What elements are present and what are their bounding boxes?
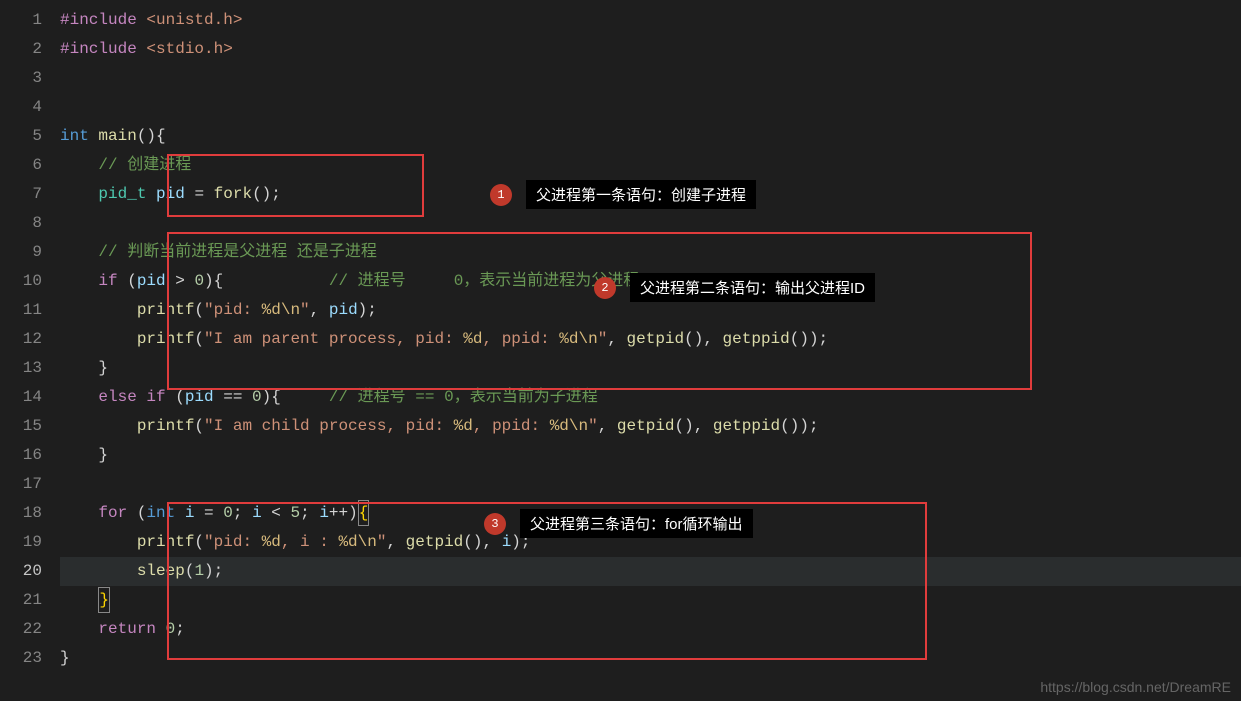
code-line[interactable]: printf("I am parent process, pid: %d, pp… xyxy=(60,325,1241,354)
annotation-label: 父进程第一条语句：创建子进程 xyxy=(526,180,756,209)
code-line[interactable]: #include <stdio.h> xyxy=(60,35,1241,64)
annotation-1: 1 父进程第一条语句：创建子进程 xyxy=(490,180,756,209)
matching-brace-open: { xyxy=(358,500,370,526)
line-number: 14 xyxy=(0,383,42,412)
code-editor: 1 2 3 4 5 6 7 8 9 10 11 12 13 14 15 16 1… xyxy=(0,0,1241,701)
annotation-2: 2 父进程第二条语句：输出父进程ID xyxy=(594,273,875,302)
line-number-current: 20 xyxy=(0,557,42,586)
line-number: 4 xyxy=(0,93,42,122)
code-line[interactable]: return 0; xyxy=(60,615,1241,644)
line-number: 13 xyxy=(0,354,42,383)
matching-brace-close: } xyxy=(98,587,110,613)
line-number: 21 xyxy=(0,586,42,615)
code-line[interactable] xyxy=(60,470,1241,499)
code-line[interactable]: int main(){ xyxy=(60,122,1241,151)
annotation-badge: 2 xyxy=(594,277,616,299)
line-number: 2 xyxy=(0,35,42,64)
line-number: 16 xyxy=(0,441,42,470)
annotation-badge: 3 xyxy=(484,513,506,535)
code-line[interactable]: // 判断当前进程是父进程 还是子进程 xyxy=(60,238,1241,267)
code-line[interactable] xyxy=(60,64,1241,93)
code-line[interactable]: } xyxy=(60,644,1241,673)
code-line[interactable]: #include <unistd.h> xyxy=(60,6,1241,35)
code-line[interactable]: } xyxy=(60,354,1241,383)
line-number: 6 xyxy=(0,151,42,180)
line-number: 15 xyxy=(0,412,42,441)
code-line[interactable] xyxy=(60,93,1241,122)
line-number: 5 xyxy=(0,122,42,151)
line-number: 22 xyxy=(0,615,42,644)
code-line-current[interactable]: sleep(1); xyxy=(60,557,1241,586)
line-number: 23 xyxy=(0,644,42,673)
annotation-3: 3 父进程第三条语句：for循环输出 xyxy=(484,509,753,538)
code-line[interactable]: printf("I am child process, pid: %d, ppi… xyxy=(60,412,1241,441)
code-line[interactable]: // 创建进程 xyxy=(60,151,1241,180)
line-number: 17 xyxy=(0,470,42,499)
line-number: 7 xyxy=(0,180,42,209)
line-number: 10 xyxy=(0,267,42,296)
line-number: 11 xyxy=(0,296,42,325)
line-number: 8 xyxy=(0,209,42,238)
code-line[interactable]: } xyxy=(60,441,1241,470)
line-number: 19 xyxy=(0,528,42,557)
line-number-gutter: 1 2 3 4 5 6 7 8 9 10 11 12 13 14 15 16 1… xyxy=(0,0,60,701)
line-number: 18 xyxy=(0,499,42,528)
code-area[interactable]: 1 父进程第一条语句：创建子进程 2 父进程第二条语句：输出父进程ID 3 父进… xyxy=(60,0,1241,701)
code-line[interactable] xyxy=(60,209,1241,238)
code-line[interactable]: else if (pid == 0){ // 进程号 == 0，表示当前为子进程 xyxy=(60,383,1241,412)
annotation-label: 父进程第二条语句：输出父进程ID xyxy=(630,273,875,302)
line-number: 12 xyxy=(0,325,42,354)
annotation-label: 父进程第三条语句：for循环输出 xyxy=(520,509,753,538)
line-number: 3 xyxy=(0,64,42,93)
line-number: 9 xyxy=(0,238,42,267)
line-number: 1 xyxy=(0,6,42,35)
code-line[interactable]: } xyxy=(60,586,1241,615)
annotation-badge: 1 xyxy=(490,184,512,206)
watermark: https://blog.csdn.net/DreamRE xyxy=(1040,679,1231,695)
